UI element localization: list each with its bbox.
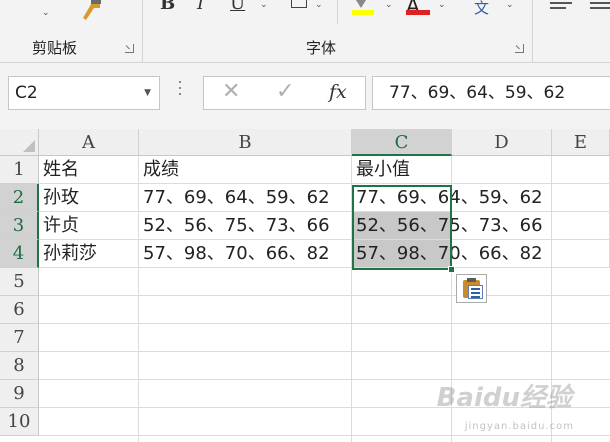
row-header-3[interactable]: 3 [0,212,39,240]
cell-d1[interactable] [452,156,552,184]
italic-button[interactable]: I [197,0,204,13]
column-header-b[interactable]: B [139,129,352,156]
paste-dropdown-icon[interactable]: ⌄ [42,8,50,18]
row-header-1[interactable]: 1 [0,156,39,184]
ribbon: ⌄ B I U ⌄ ⌄ ⌄ A ⌄ 文 ⌄ 剪贴板 字体 [0,0,610,63]
empty-row-5[interactable] [39,268,610,296]
gridline [351,268,352,442]
ribbon-separator [532,0,533,63]
empty-row-7[interactable] [39,324,610,352]
row-header-2[interactable]: 2 [0,184,39,212]
font-color-bar [406,10,430,15]
select-all-button[interactable] [0,129,39,156]
gridline [451,268,452,442]
cell-b2[interactable]: 77、69、64、59、62 [139,184,352,212]
border-dropdown-icon[interactable]: ⌄ [315,0,323,10]
insert-function-icon[interactable]: fx [329,81,347,103]
gridline [551,268,552,442]
cell-b4[interactable]: 57、98、70、66、82 [139,240,352,268]
phonetic-button[interactable]: 文 [474,0,489,18]
cell-e4[interactable] [552,240,610,268]
empty-row-8[interactable] [39,352,610,380]
cell-a4[interactable]: 孙莉莎 [39,240,139,268]
worksheet-grid[interactable]: A B C D E 1 2 3 4 5 6 7 8 9 10 姓名 成绩 最小值… [0,129,610,442]
row-header-6[interactable]: 6 [0,296,39,324]
format-painter-icon[interactable] [78,0,104,24]
watermark-url: jingyan.baidu.com [464,421,574,432]
cell-e2[interactable] [552,184,610,212]
align-lines-icon[interactable] [550,0,572,12]
paste-options-button[interactable] [456,274,487,303]
cell-a1[interactable]: 姓名 [39,156,139,184]
column-header-e[interactable]: E [552,129,610,156]
paste-paper-icon [468,285,483,299]
cell-c1[interactable]: 最小值 [352,156,452,184]
underline-button[interactable]: U [230,0,245,13]
row-header-9[interactable]: 9 [0,380,39,408]
name-box[interactable]: C2 ▼ [8,76,160,110]
empty-row-6[interactable] [39,296,610,324]
ribbon-separator [142,0,143,63]
row-header-4[interactable]: 4 [0,240,39,268]
fill-color-icon[interactable] [352,0,374,16]
border-icon[interactable] [291,0,307,8]
cell-a2[interactable]: 孙玫 [39,184,139,212]
formula-input[interactable]: 77、69、64、59、62 [372,76,610,110]
cell-b1[interactable]: 成绩 [139,156,352,184]
fill-handle[interactable] [448,266,455,273]
font-color-button[interactable]: A [406,0,432,18]
column-header-a[interactable]: A [39,129,139,156]
formula-bar: C2 ▼ ✕ ✓ fx 77、69、64、59、62 [0,63,610,129]
font-color-letter: A [406,0,420,18]
align-lines-icon-2[interactable] [590,0,610,12]
bold-button[interactable]: B [160,0,175,13]
fill-color-dropdown-icon[interactable]: ⌄ [385,0,393,10]
row-header-10[interactable]: 10 [0,408,39,436]
row-header-5[interactable]: 5 [0,268,39,296]
cell-b3[interactable]: 52、56、75、73、66 [139,212,352,240]
cell-c2[interactable]: 77、69、64、59、62 [352,184,543,212]
cancel-icon[interactable]: ✕ [222,79,240,104]
formula-bar-grip-icon[interactable] [178,81,182,99]
underline-dropdown-icon[interactable]: ⌄ [260,0,268,10]
row-header-7[interactable]: 7 [0,324,39,352]
gridline [138,268,139,442]
column-header-d[interactable]: D [452,129,552,156]
ribbon-separator [337,0,338,24]
watermark-logo: Baidu经验 [436,383,572,413]
enter-icon[interactable]: ✓ [276,79,294,104]
clipboard-launcher-icon[interactable] [125,44,134,53]
cell-c4[interactable]: 57、98、70、66、82 [352,240,543,268]
font-color-dropdown-icon[interactable]: ⌄ [438,0,446,10]
column-header-c[interactable]: C [352,129,452,156]
cell-a3[interactable]: 许贞 [39,212,139,240]
font-group-label: 字体 [306,39,337,57]
name-box-value: C2 [15,83,38,103]
formula-buttons: ✕ ✓ fx [203,76,366,110]
row-header-8[interactable]: 8 [0,352,39,380]
clipboard-group-label: 剪贴板 [32,39,78,57]
phonetic-dropdown-icon[interactable]: ⌄ [506,0,514,10]
font-launcher-icon[interactable] [515,44,524,53]
name-box-dropdown-icon[interactable]: ▼ [144,77,151,109]
cell-e1[interactable] [552,156,610,184]
cell-c3[interactable]: 52、56、75、73、66 [352,212,543,240]
cell-e3[interactable] [552,212,610,240]
